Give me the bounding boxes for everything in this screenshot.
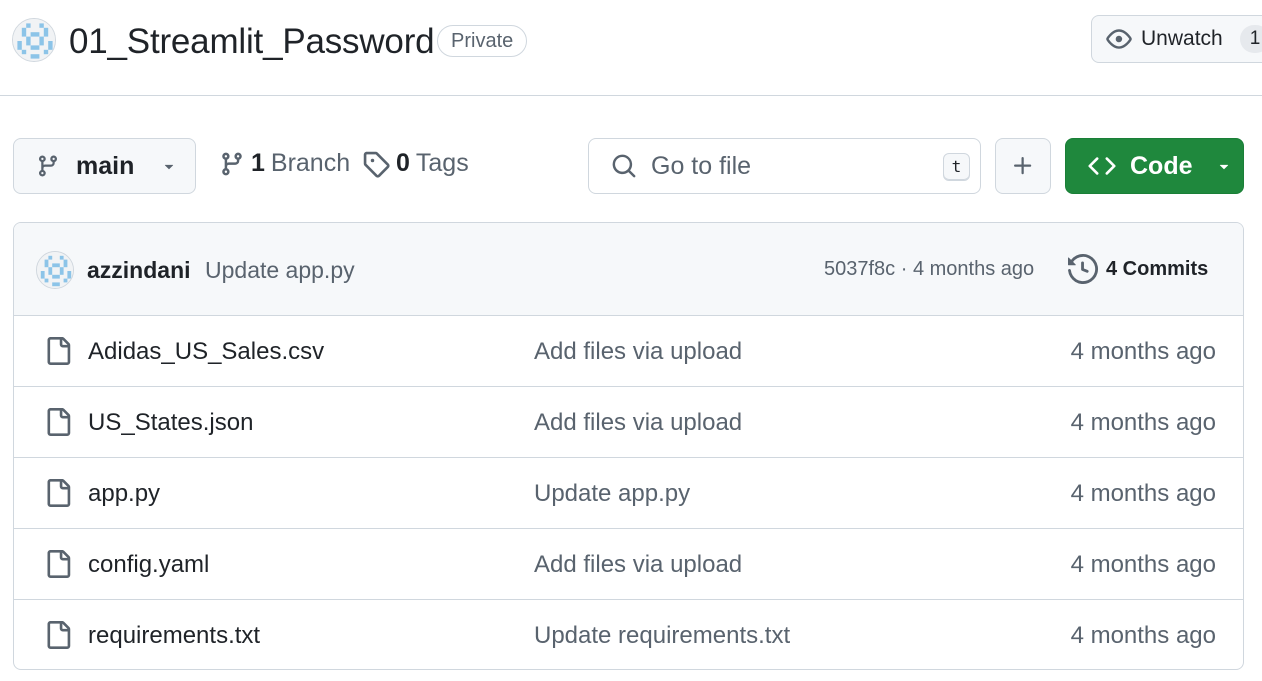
code-icon [1088, 157, 1116, 175]
file-name-link[interactable]: Adidas_US_Sales.csv [88, 338, 324, 366]
plus-icon [1014, 157, 1032, 175]
file-row: requirements.txt Update requirements.txt… [14, 600, 1243, 669]
triangle-down-icon [165, 164, 174, 170]
tags-count: 0 [396, 149, 410, 177]
watch-count: 1 [1239, 25, 1262, 53]
file-row: US_States.json Add files via upload 4 mo… [14, 387, 1243, 458]
file-commit-message[interactable]: Add files via upload [534, 409, 742, 437]
commit-author[interactable]: azzindani [87, 257, 191, 284]
keyboard-shortcut-hint: t [943, 153, 970, 181]
tags-label: Tags [415, 149, 469, 177]
commit-message[interactable]: Update app.py [205, 257, 355, 284]
repo-header: 01_Streamlit_Password Private Unwatch 1 [0, 0, 1262, 96]
code-button-label: Code [1130, 151, 1193, 180]
file-commit-date: 4 months ago [1070, 622, 1216, 649]
branch-name: main [76, 151, 135, 180]
file-icon [47, 479, 71, 507]
file-name-link[interactable]: US_States.json [88, 409, 253, 437]
file-icon [47, 408, 71, 436]
code-button[interactable]: Code [1065, 138, 1244, 194]
owner-avatar[interactable] [12, 18, 56, 62]
commits-history-link[interactable]: 4 Commits [1068, 254, 1208, 284]
file-icon [47, 621, 71, 649]
file-name-link[interactable]: requirements.txt [88, 622, 260, 650]
file-row: config.yaml Add files via upload 4 month… [14, 529, 1243, 600]
branches-label: Branch [270, 149, 351, 177]
file-listing: azzindani Update app.py 5037f8c · 4 mont… [13, 222, 1244, 670]
git-branch-icon [222, 152, 242, 175]
search-icon [612, 154, 636, 178]
add-file-button[interactable] [995, 138, 1051, 194]
eye-icon [1106, 29, 1132, 49]
branches-link[interactable]: 1 Branch [219, 149, 350, 178]
triangle-down-icon [1219, 164, 1228, 170]
tags-link[interactable]: 0 Tags [362, 149, 469, 178]
unwatch-label: Unwatch [1141, 27, 1223, 50]
file-icon [47, 550, 71, 578]
commit-hash-and-time[interactable]: 5037f8c · 4 months ago [824, 258, 1034, 281]
history-icon [1068, 254, 1098, 284]
unwatch-button[interactable]: Unwatch 1 [1091, 15, 1262, 63]
file-commit-message[interactable]: Update app.py [534, 480, 690, 508]
git-branch-icon [38, 155, 57, 177]
commit-author-avatar[interactable] [36, 251, 74, 289]
file-commit-message[interactable]: Add files via upload [534, 551, 742, 579]
go-to-file-input[interactable]: Go to file t [588, 138, 981, 194]
file-commit-date: 4 months ago [1070, 409, 1216, 436]
file-row: Adidas_US_Sales.csv Add files via upload… [14, 316, 1243, 387]
search-placeholder: Go to file [651, 151, 752, 180]
identicon-avatar-icon [37, 252, 73, 288]
file-commit-date: 4 months ago [1070, 551, 1216, 578]
file-icon [47, 337, 71, 365]
file-name-link[interactable]: config.yaml [88, 551, 209, 579]
branch-selector-button[interactable]: main [13, 138, 196, 194]
branches-count: 1 [251, 149, 265, 177]
tag-icon [363, 151, 390, 178]
file-commit-date: 4 months ago [1070, 480, 1216, 507]
file-row: app.py Update app.py 4 months ago [14, 458, 1243, 529]
repo-title[interactable]: 01_Streamlit_Password [69, 22, 435, 62]
file-name-link[interactable]: app.py [88, 480, 160, 508]
file-commit-date: 4 months ago [1070, 338, 1216, 365]
latest-commit-bar: azzindani Update app.py 5037f8c · 4 mont… [14, 223, 1243, 316]
file-commit-message[interactable]: Update requirements.txt [534, 622, 790, 650]
visibility-badge: Private [437, 25, 528, 57]
commits-count-label: 4 Commits [1106, 257, 1209, 280]
file-commit-message[interactable]: Add files via upload [534, 338, 742, 366]
identicon-avatar-icon [13, 19, 55, 61]
